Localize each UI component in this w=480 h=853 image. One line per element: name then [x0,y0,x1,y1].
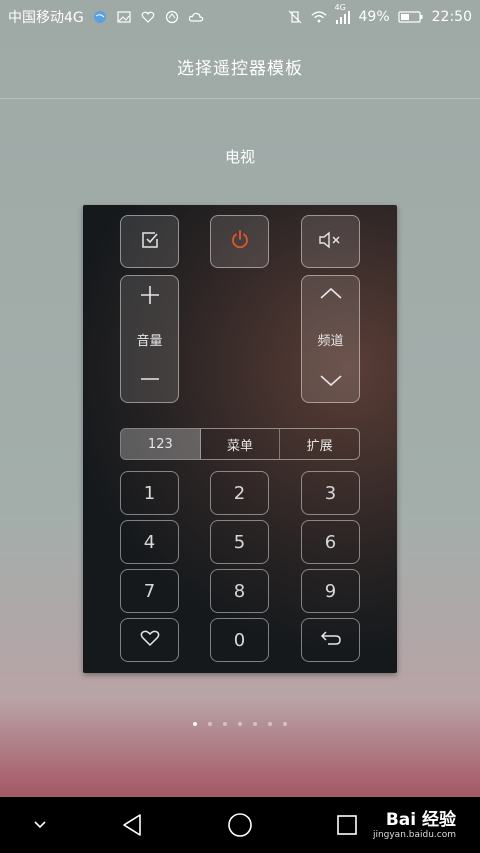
nav-recents-button[interactable] [332,797,362,853]
channel-label: 频道 [317,333,344,349]
keypad-tabs: 123 菜单 扩展 [120,428,360,460]
wifi-icon [310,9,327,25]
plus-icon [140,286,159,304]
volume-rocker: 音量 [120,275,179,403]
back-button[interactable] [301,618,360,662]
mute-button[interactable] [301,215,360,268]
page-dot[interactable] [223,722,227,726]
key-4[interactable]: 4 [120,520,179,564]
remote-template-card[interactable]: 音量 频道 123 菜单 扩展 1 2 3 4 5 6 7 8 9 0 [83,205,397,673]
checkbox-icon [140,230,160,254]
channel-down-button[interactable] [319,370,343,394]
clock: 22:50 [431,9,472,25]
signal-group: 4G [335,3,351,25]
page-title: 选择遥控器模板 [177,58,303,79]
tab-extend[interactable]: 扩展 [280,429,359,459]
chevron-up-icon [319,287,342,299]
status-right: 4G 49% 22:50 [287,3,472,25]
key-6[interactable]: 6 [301,520,360,564]
favorite-button[interactable] [120,618,179,662]
app-icon [164,9,180,25]
chevron-down-icon [34,821,46,829]
channel-rocker: 频道 [301,275,360,403]
power-icon [229,229,251,255]
navigation-bar: Bai 经验 jingyan.baidu.com [0,797,480,853]
nav-back-button[interactable] [118,797,148,853]
weather-cloud-icon [188,9,204,25]
watermark-brand: Bai 经验 [385,810,456,830]
network-type: 4G [334,3,346,12]
return-arrow-icon [319,629,343,651]
mute-icon [318,230,344,254]
channel-up-button[interactable] [319,284,343,308]
key-5[interactable]: 5 [210,520,269,564]
heart-chat-icon [140,9,156,25]
battery-percent: 49% [358,9,390,25]
collapse-button[interactable] [25,797,55,853]
back-triangle-icon [123,814,141,836]
key-1[interactable]: 1 [120,471,179,515]
page-dot[interactable] [253,722,257,726]
device-type-label: 电视 [224,148,255,166]
page-indicator [0,722,480,726]
status-bar: 中国移动4G 4G 49% 22:50 [0,0,480,34]
page-dot[interactable] [193,722,197,726]
tab-menu[interactable]: 菜单 [201,429,281,459]
key-9[interactable]: 9 [301,569,360,613]
key-7[interactable]: 7 [120,569,179,613]
page-dot[interactable] [208,722,212,726]
key-3[interactable]: 3 [301,471,360,515]
watermark-url: jingyan.baidu.com [372,830,456,840]
heart-icon [140,629,160,651]
globe-icon [92,9,108,25]
power-button[interactable] [210,215,269,268]
key-2[interactable]: 2 [210,471,269,515]
key-8[interactable]: 8 [210,569,269,613]
page-dot[interactable] [283,722,287,726]
page-dot[interactable] [268,722,272,726]
title-bar: 选择遥控器模板 [0,34,480,99]
select-button[interactable] [120,215,179,268]
image-icon [116,9,132,25]
watermark: Bai 经验 jingyan.baidu.com [373,805,456,840]
home-circle-icon [228,813,252,837]
page-dot[interactable] [238,722,242,726]
status-left: 中国移动4G [8,7,204,27]
tab-numbers[interactable]: 123 [121,429,201,459]
nav-home-button[interactable] [225,797,255,853]
key-0[interactable]: 0 [210,618,269,662]
recents-square-icon [337,815,357,835]
volume-down-button[interactable] [139,368,161,394]
battery-icon [398,9,424,25]
minus-icon [140,378,159,380]
vibrate-off-icon [287,9,303,25]
volume-up-button[interactable] [139,284,161,310]
carrier-text: 中国移动4G [8,10,84,26]
chevron-down-icon [319,375,342,387]
volume-label: 音量 [136,333,163,349]
